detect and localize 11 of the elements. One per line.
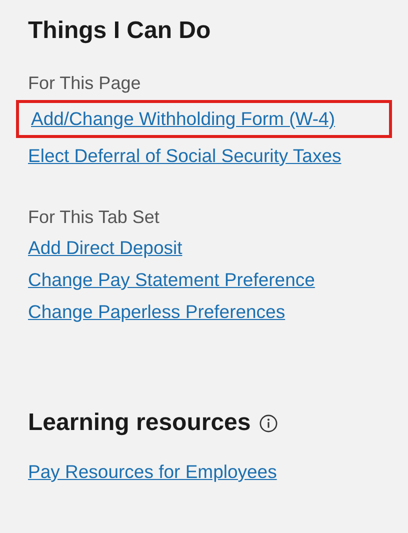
section-heading: Learning resources	[28, 408, 251, 438]
link[interactable]: Change Pay Statement Preference	[28, 266, 315, 294]
section-heading: Things I Can Do	[28, 16, 211, 46]
link[interactable]: Pay Resources for Employees	[28, 458, 277, 486]
group-label: For This Tab Set	[28, 206, 160, 229]
group-label: For This Page	[28, 72, 142, 95]
link[interactable]: Add/Change Withholding Form (W-4)	[16, 100, 392, 138]
link[interactable]: Change Paperless Preferences	[28, 298, 286, 326]
link[interactable]: Elect Deferral of Social Security Taxes	[28, 142, 342, 170]
info-icon[interactable]	[258, 414, 278, 432]
link[interactable]: Add Direct Deposit	[28, 234, 182, 262]
